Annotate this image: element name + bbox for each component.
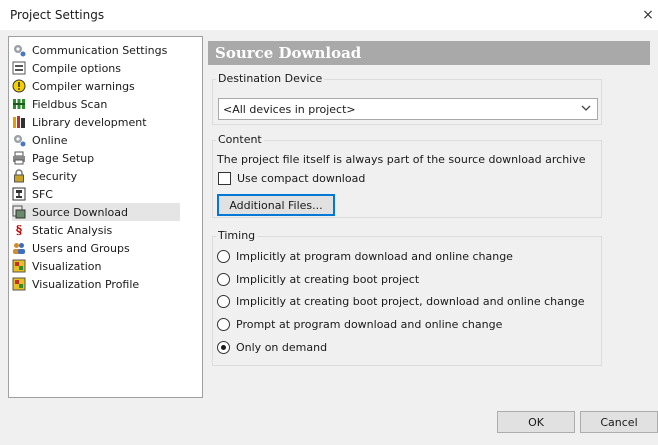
timing-option-label: Implicitly at program download and onlin… (236, 250, 513, 263)
tree-item-communication-settings[interactable]: Communication Settings (12, 41, 180, 59)
tree-item-label: Page Setup (32, 151, 95, 165)
tree-item-label: SFC (32, 187, 53, 201)
tree-item-static-analysis[interactable]: § Static Analysis (12, 221, 180, 239)
compact-download-label: Use compact download (237, 172, 366, 185)
settings-panel: Source Download Destination Device <All … (205, 36, 658, 398)
ok-label: OK (528, 415, 544, 429)
tree-item-users-and-groups[interactable]: Users and Groups (12, 239, 180, 257)
tree-item-fieldbus-scan[interactable]: Fieldbus Scan (12, 95, 180, 113)
section-title: Source Download (215, 44, 362, 62)
radio-button[interactable] (217, 273, 230, 286)
tree-item-sfc[interactable]: SFC (12, 185, 180, 203)
content-label: Content (216, 133, 264, 146)
tree-item-compile-options[interactable]: Compile options (12, 59, 180, 77)
radio-button[interactable] (217, 250, 230, 263)
destination-device-group: Destination Device <All devices in proje… (212, 72, 602, 125)
printer-icon (12, 151, 26, 165)
timing-option-label: Implicitly at creating boot project (236, 273, 420, 286)
timing-group: Timing Implicitly at program download an… (212, 229, 602, 366)
tree-item-label: Library development (32, 115, 147, 129)
section-header: Source Download (208, 41, 650, 65)
tree-item-visualization-profile[interactable]: Visualization Profile (12, 275, 180, 293)
destination-device-label: Destination Device (216, 72, 325, 85)
additional-files-button[interactable]: Additional Files... (217, 194, 335, 216)
tree-item-visualization[interactable]: Visualization (12, 257, 180, 275)
timing-option-boot-download-online[interactable]: Implicitly at creating boot project, dow… (217, 295, 585, 308)
online-gear-icon (12, 133, 26, 147)
timing-option-boot-project[interactable]: Implicitly at creating boot project (217, 273, 419, 286)
users-icon (12, 241, 26, 255)
compact-download-checkbox-row[interactable]: Use compact download (218, 172, 365, 185)
download-icon (12, 205, 26, 219)
visualization-profile-icon (12, 277, 26, 291)
settings-category-tree: Communication Settings Compile options C… (8, 36, 203, 398)
tree-item-compiler-warnings[interactable]: Compiler warnings (12, 77, 180, 95)
tree-item-label: Fieldbus Scan (32, 97, 108, 111)
tree-item-label: Source Download (32, 205, 128, 219)
close-button[interactable]: × (638, 0, 658, 30)
tree-item-label: Users and Groups (32, 241, 130, 255)
compile-icon (12, 61, 26, 75)
fieldbus-icon (12, 97, 26, 111)
warning-icon (12, 79, 26, 93)
ok-button[interactable]: OK (497, 411, 575, 433)
content-note: The project file itself is always part o… (217, 153, 586, 166)
sfc-icon (12, 187, 26, 201)
lock-icon (12, 169, 26, 183)
cancel-button[interactable]: Cancel (580, 411, 658, 433)
title-bar: Project Settings × (0, 0, 658, 30)
tree-item-security[interactable]: Security (12, 167, 180, 185)
timing-option-on-demand[interactable]: Only on demand (217, 341, 327, 354)
timing-option-label: Prompt at program download and online ch… (236, 318, 503, 331)
tree-item-label: Security (32, 169, 78, 183)
tree-item-label: Visualization (32, 259, 102, 273)
timing-label: Timing (216, 229, 258, 242)
library-icon (12, 115, 26, 129)
tree-item-label: Online (32, 133, 68, 147)
gear-icon (12, 43, 26, 57)
destination-device-select[interactable]: <All devices in project> (218, 98, 598, 120)
cancel-label: Cancel (600, 415, 638, 429)
tree-item-label: Compile options (32, 61, 121, 75)
tree-item-label: Static Analysis (32, 223, 113, 237)
timing-option-program-download[interactable]: Implicitly at program download and onlin… (217, 250, 513, 263)
compact-download-checkbox[interactable] (218, 172, 231, 185)
tree-item-label: Communication Settings (32, 43, 168, 57)
timing-option-label: Implicitly at creating boot project, dow… (236, 295, 585, 308)
radio-button-selected[interactable] (217, 341, 230, 354)
window-title: Project Settings (10, 8, 105, 22)
chevron-down-icon (581, 103, 591, 116)
tree-item-source-download[interactable]: Source Download (12, 203, 180, 221)
tree-item-page-setup[interactable]: Page Setup (12, 149, 180, 167)
tree-item-label: Visualization Profile (32, 277, 140, 291)
timing-option-label: Only on demand (236, 341, 328, 354)
content-group: Content The project file itself is alway… (212, 133, 602, 218)
tree-item-library-development[interactable]: Library development (12, 113, 180, 131)
radio-button[interactable] (217, 295, 230, 308)
paragraph-icon: § (15, 223, 23, 237)
visualization-icon (12, 259, 26, 273)
radio-button[interactable] (217, 318, 230, 331)
timing-option-prompt[interactable]: Prompt at program download and online ch… (217, 318, 502, 331)
tree-item-online[interactable]: Online (12, 131, 180, 149)
additional-files-label: Additional Files... (229, 198, 323, 212)
tree-item-label: Compiler warnings (32, 79, 135, 93)
destination-device-value: <All devices in project> (223, 103, 356, 116)
